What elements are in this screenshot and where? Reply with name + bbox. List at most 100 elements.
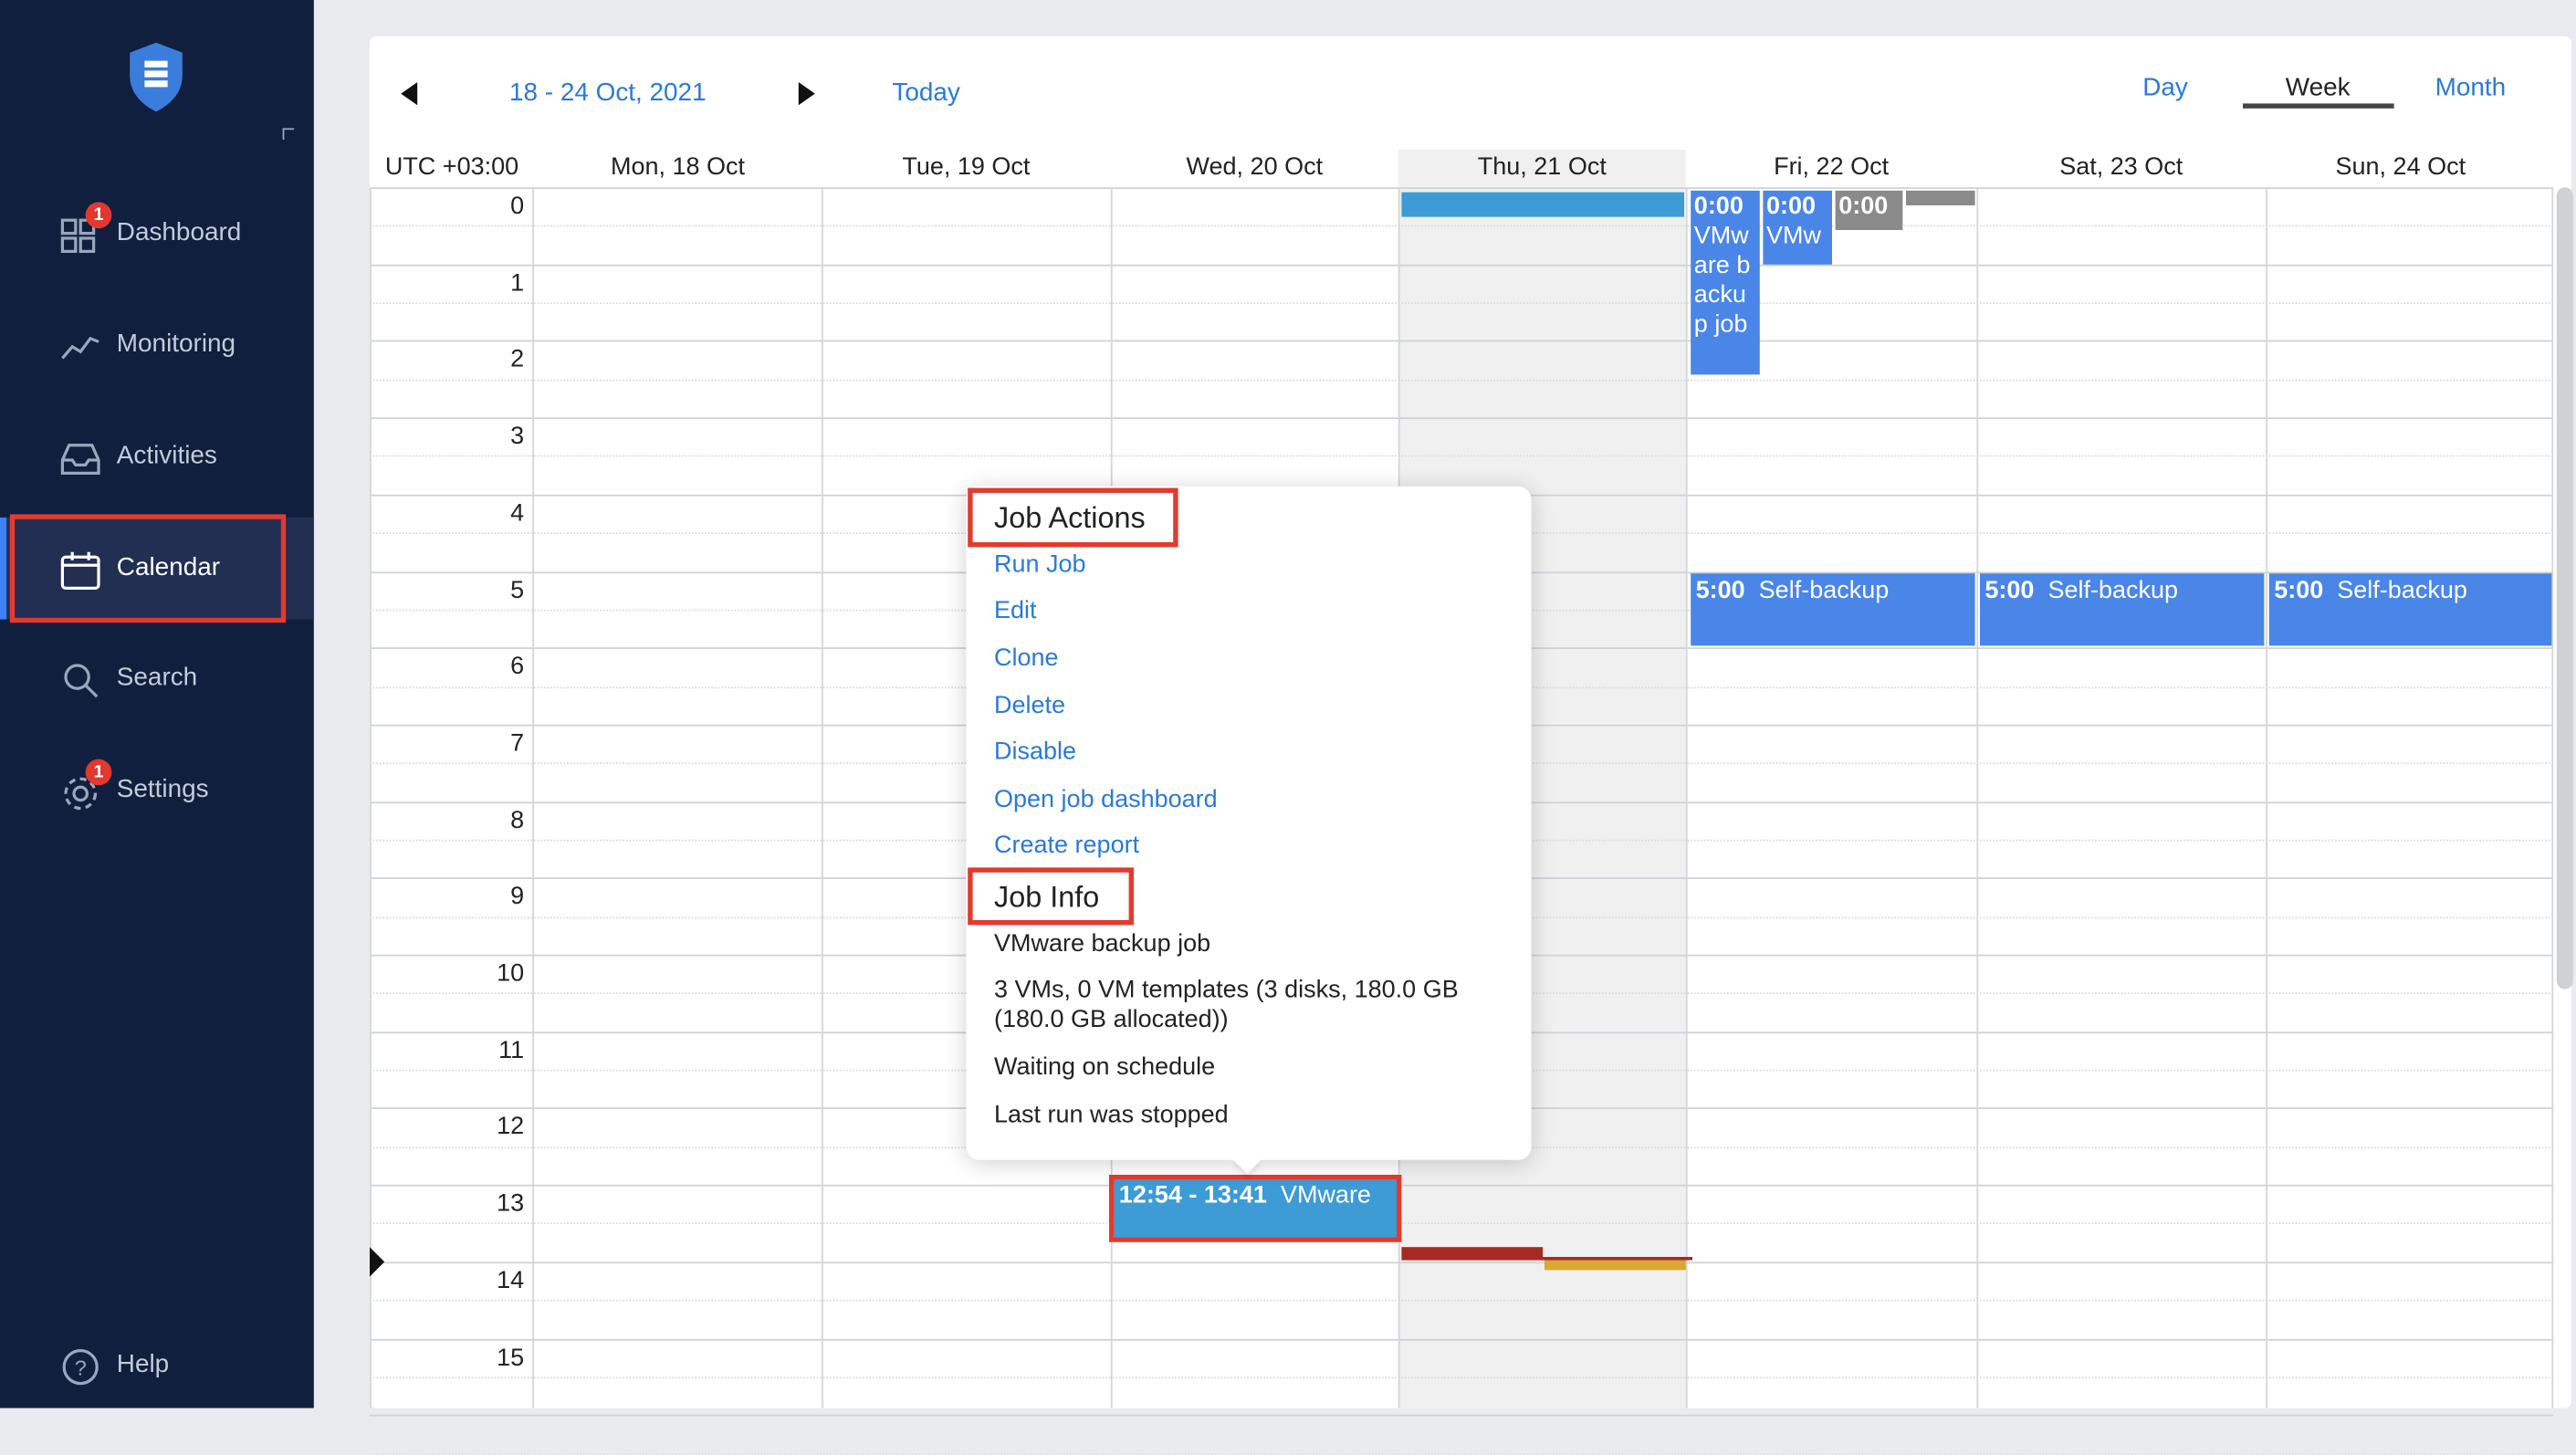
day-divider xyxy=(1685,187,1688,1408)
hour-gridline xyxy=(370,264,2554,267)
sidebar-item-monitoring[interactable]: Monitoring xyxy=(0,294,314,396)
day-header-sat[interactable]: Sat, 23 Oct xyxy=(1976,152,2266,189)
job-size-text: 3 VMs, 0 VM templates (3 disks, 180.0 GB… xyxy=(994,976,1459,1034)
day-header-fri[interactable]: Fri, 22 Oct xyxy=(1686,152,1977,189)
view-week-tab[interactable]: Week xyxy=(2286,74,2351,103)
half-hour-gridline xyxy=(370,379,2554,382)
day-header-thu[interactable]: Thu, 21 Oct xyxy=(1398,152,1686,189)
day-header-tue[interactable]: Tue, 19 Oct xyxy=(822,152,1111,189)
hour-label: 0 xyxy=(510,192,525,221)
sidebar: 1 Dashboard Monitoring Activities Calend… xyxy=(0,0,314,1408)
prev-week-button[interactable] xyxy=(401,82,418,106)
day-header-wed[interactable]: Wed, 20 Oct xyxy=(1111,152,1398,189)
day-divider xyxy=(822,187,823,1408)
svg-text:?: ? xyxy=(75,1356,87,1380)
hour-label: 7 xyxy=(510,729,525,758)
clone-link[interactable]: Clone xyxy=(994,644,1059,673)
vertical-scrollbar[interactable] xyxy=(2556,187,2573,989)
hour-label: 13 xyxy=(497,1189,525,1218)
event-title: VMw xyxy=(1766,222,1822,250)
day-divider xyxy=(2551,187,2554,1408)
event-highlight-box xyxy=(1109,1175,1402,1242)
fri-gray-event-2[interactable] xyxy=(1906,190,1975,205)
hour-label: 1 xyxy=(510,268,525,298)
today-button[interactable]: Today xyxy=(892,79,959,108)
thu-event-bar[interactable] xyxy=(1401,192,1684,217)
dashboard-badge: 1 xyxy=(85,202,112,229)
event-title: VMware backup job xyxy=(1693,222,1751,339)
delete-link[interactable]: Delete xyxy=(994,692,1065,720)
current-time-marker xyxy=(370,1247,385,1277)
thu-event-line xyxy=(1541,1257,1692,1261)
view-month-tab[interactable]: Month xyxy=(2435,74,2507,103)
thu-failed-event[interactable] xyxy=(1401,1247,1544,1261)
sat-self-backup-event[interactable]: 5:00 Self-backup xyxy=(1980,573,2265,646)
job-actions-highlight-box xyxy=(968,487,1178,548)
help-icon: ? xyxy=(62,1348,99,1386)
settings-badge: 1 xyxy=(85,759,112,786)
day-header-mon[interactable]: Mon, 18 Oct xyxy=(534,152,822,189)
event-title: Self-backup xyxy=(2337,576,2467,605)
fri-vmware-event[interactable]: 0:00 VMware backup job xyxy=(1691,190,1760,375)
run-job-link[interactable]: Run Job xyxy=(994,550,1086,579)
help-label: Help xyxy=(116,1350,170,1379)
hour-label: 2 xyxy=(510,345,525,374)
search-icon xyxy=(64,664,99,698)
hour-gridline xyxy=(370,1261,2554,1263)
sidebar-item-activities[interactable]: Activities xyxy=(0,406,314,508)
hour-label: 15 xyxy=(497,1343,525,1372)
hour-label: 10 xyxy=(497,959,525,988)
hour-label: 14 xyxy=(497,1266,525,1295)
half-hour-gridline xyxy=(370,1376,2554,1378)
hour-label: 8 xyxy=(510,806,525,834)
hour-gridline xyxy=(370,1184,2554,1187)
next-week-button[interactable] xyxy=(798,82,815,106)
hour-gridline xyxy=(370,417,2554,420)
collapse-sidebar-icon[interactable] xyxy=(282,128,295,140)
half-hour-gridline xyxy=(370,1222,2554,1225)
view-day-tab[interactable]: Day xyxy=(2142,74,2188,103)
monitoring-icon xyxy=(61,336,99,360)
sidebar-item-settings[interactable]: 1 Settings xyxy=(0,739,314,842)
date-range-label[interactable]: 18 - 24 Oct, 2021 xyxy=(509,79,707,108)
last-run-text: Last run was stopped xyxy=(994,1101,1229,1129)
hour-label: 5 xyxy=(510,575,525,604)
hour-label: 9 xyxy=(510,883,525,911)
fri-vmware-event-2[interactable]: 0:00 VMw xyxy=(1763,190,1832,265)
half-hour-gridline xyxy=(370,225,2554,228)
hour-label: 6 xyxy=(510,652,525,681)
hour-gridline xyxy=(370,340,2554,343)
sidebar-item-dashboard[interactable]: 1 Dashboard xyxy=(0,183,314,285)
sidebar-item-label: Monitoring xyxy=(116,330,236,359)
sidebar-item-help[interactable]: ? Help xyxy=(0,1314,314,1417)
hour-label: 12 xyxy=(497,1113,525,1141)
sun-self-backup-event[interactable]: 5:00 Self-backup xyxy=(2268,573,2552,646)
fri-self-backup-event[interactable]: 5:00 Self-backup xyxy=(1691,573,1975,646)
create-report-link[interactable]: Create report xyxy=(994,832,1139,860)
sidebar-item-search[interactable]: Search xyxy=(0,628,314,730)
disable-link[interactable]: Disable xyxy=(994,738,1076,766)
hour-label: 3 xyxy=(510,422,525,451)
hour-label: 4 xyxy=(510,498,525,528)
open-job-dashboard-link[interactable]: Open job dashboard xyxy=(994,785,1218,813)
event-time: 5:00 xyxy=(2274,576,2324,605)
shield-logo-icon xyxy=(130,42,183,112)
fri-gray-event[interactable]: 0:00 xyxy=(1835,190,1903,230)
active-indicator xyxy=(0,518,7,620)
job-popup: Job Actions Run Job Edit Clone Delete Di… xyxy=(966,486,1532,1175)
half-hour-gridline xyxy=(370,302,2554,305)
edit-link[interactable]: Edit xyxy=(994,596,1037,624)
event-time: 0:00 xyxy=(1766,192,1817,221)
sidebar-item-label: Activities xyxy=(116,442,217,470)
event-time: 0:00 xyxy=(1693,192,1744,221)
day-header-sun[interactable]: Sun, 24 Oct xyxy=(2266,152,2535,189)
hour-gridline xyxy=(370,187,2554,189)
inbox-icon xyxy=(60,444,100,476)
event-title: Self-backup xyxy=(1758,576,1890,605)
half-hour-gridline xyxy=(370,1300,2554,1302)
hour-label: 11 xyxy=(498,1036,525,1064)
week-tab-underline xyxy=(2243,103,2394,109)
sidebar-item-label: Search xyxy=(116,664,198,692)
hour-gridline xyxy=(370,1338,2554,1340)
calendar-highlight-box xyxy=(9,514,287,623)
